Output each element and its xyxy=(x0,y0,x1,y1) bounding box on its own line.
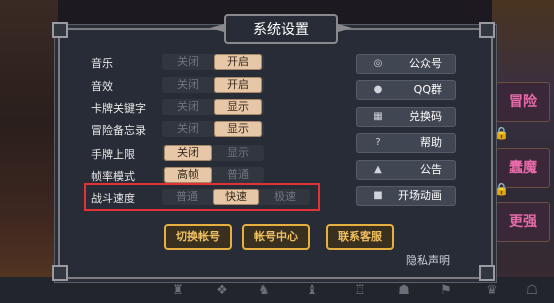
option-off[interactable]: 关闭 xyxy=(164,54,212,70)
option-show[interactable]: 显示 xyxy=(214,121,262,137)
menu-icon[interactable]: ☖ xyxy=(524,283,540,299)
qq-group-button[interactable]: ● QQ群 xyxy=(356,80,456,100)
setting-label-framerate: 帧率模式 xyxy=(91,170,135,183)
button-label: 公告 xyxy=(420,163,442,176)
option-on[interactable]: 开启 xyxy=(214,54,262,70)
video-icon: ■ xyxy=(373,190,383,201)
button-label: QQ群 xyxy=(413,83,442,96)
menu-icon[interactable]: ♖ xyxy=(352,283,368,299)
option-off[interactable]: 关闭 xyxy=(164,145,212,161)
help-icon: ? xyxy=(375,137,381,148)
opening-animation-button[interactable]: ■ 开场动画 xyxy=(356,186,456,206)
dialog-title: 系统设置 xyxy=(253,22,309,38)
corner-ornament xyxy=(479,22,495,38)
setting-label-sound: 音效 xyxy=(91,80,113,93)
corner-ornament xyxy=(52,22,68,38)
toggle-card-keywords: 关闭 显示 xyxy=(162,99,264,115)
toggle-framerate: 高帧 普通 xyxy=(162,167,264,183)
qq-icon: ● xyxy=(373,84,383,95)
account-center-button[interactable]: 帐号中心 xyxy=(242,224,310,250)
menu-icon[interactable]: ♝ xyxy=(304,283,320,299)
option-show[interactable]: 显示 xyxy=(214,145,262,161)
option-off[interactable]: 关闭 xyxy=(164,99,212,115)
option-off[interactable]: 关闭 xyxy=(164,77,212,93)
setting-label-hand-limit: 手牌上限 xyxy=(91,148,135,161)
side-card-label: 冒险 xyxy=(509,94,537,110)
wechat-icon: ◎ xyxy=(373,58,383,69)
announcement-icon: ▲ xyxy=(374,164,382,175)
option-normal[interactable]: 普通 xyxy=(214,167,262,183)
menu-icon[interactable]: ♜ xyxy=(170,283,186,299)
lock-icon: 🔒 xyxy=(494,182,509,196)
setting-label-card-keywords: 卡牌关键字 xyxy=(91,102,146,115)
redeem-code-button[interactable]: ▦ 兑换码 xyxy=(356,107,456,127)
corner-ornament xyxy=(479,265,495,281)
option-off[interactable]: 关闭 xyxy=(164,121,212,137)
side-card-label: 蠢魔 xyxy=(509,160,537,176)
switch-account-button[interactable]: 切换帐号 xyxy=(164,224,232,250)
wechat-account-button[interactable]: ◎ 公众号 xyxy=(356,54,456,74)
toggle-music: 关闭 开启 xyxy=(162,54,264,70)
button-label: 兑换码 xyxy=(409,110,442,123)
menu-icon[interactable]: ☗ xyxy=(396,283,412,299)
toggle-sound: 关闭 开启 xyxy=(162,77,264,93)
contact-service-button[interactable]: 联系客服 xyxy=(326,224,394,250)
announcement-button[interactable]: ▲ 公告 xyxy=(356,160,456,180)
button-label: 公众号 xyxy=(409,57,442,70)
option-show[interactable]: 显示 xyxy=(214,99,262,115)
button-label: 帮助 xyxy=(420,136,442,149)
corner-ornament xyxy=(52,265,68,281)
privacy-statement-link[interactable]: 隐私声明 xyxy=(406,252,450,268)
menu-icon[interactable]: ⚑ xyxy=(438,283,454,299)
button-label: 开场动画 xyxy=(398,189,442,202)
setting-label-music: 音乐 xyxy=(91,57,113,70)
bottom-bar: ♜ ❖ ♞ ♝ ♖ ☗ ⚑ ♛ ☖ xyxy=(0,277,554,303)
highlight-box xyxy=(84,183,320,211)
trophy-icon[interactable]: ♛ xyxy=(484,283,500,299)
side-card: 更强 xyxy=(496,202,550,242)
side-card-label: 更强 xyxy=(509,214,537,230)
toggle-hand-limit: 关闭 显示 xyxy=(162,145,264,161)
menu-icon[interactable]: ❖ xyxy=(214,283,230,299)
option-on[interactable]: 开启 xyxy=(214,77,262,93)
help-button[interactable]: ? 帮助 xyxy=(356,133,456,153)
toggle-adventure-memo: 关闭 显示 xyxy=(162,121,264,137)
option-high-fps[interactable]: 高帧 xyxy=(164,167,212,183)
setting-label-adventure-memo: 冒险备忘录 xyxy=(91,124,146,137)
dialog-title-plate: 系统设置 xyxy=(224,14,338,44)
menu-icon[interactable]: ♞ xyxy=(256,283,272,299)
background-left xyxy=(0,0,58,303)
qrcode-icon: ▦ xyxy=(373,111,383,122)
side-card: 冒险 xyxy=(496,82,550,122)
lock-icon: 🔒 xyxy=(494,126,509,140)
